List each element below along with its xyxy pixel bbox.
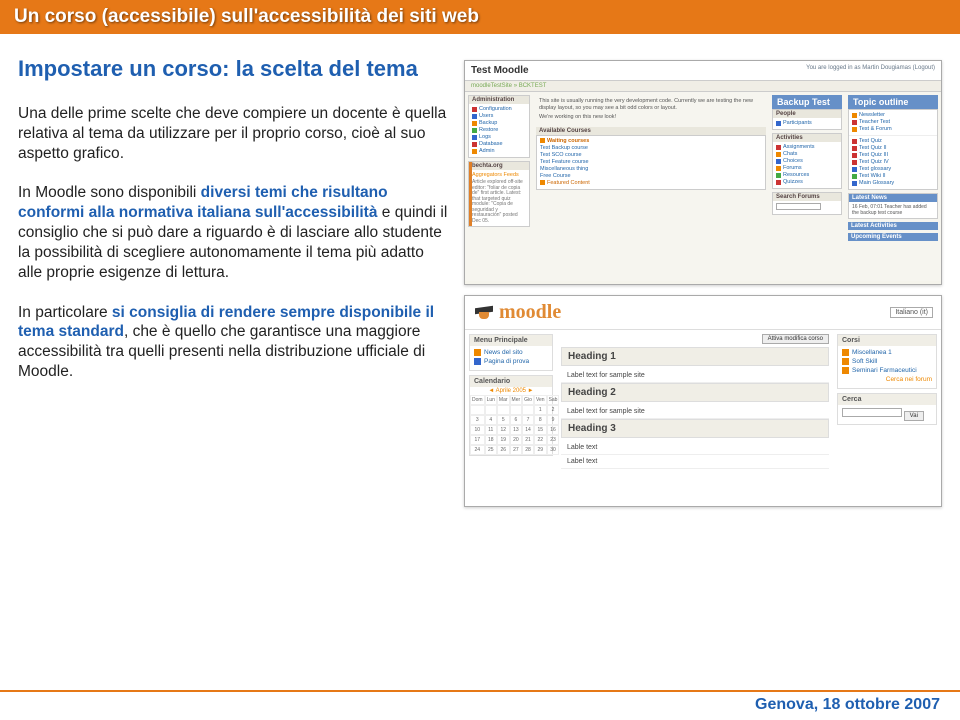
shot1-breadcrumb: moodleTestSite » BCKTEST [465, 81, 941, 92]
shot1-activities: Activities Assignments Chats Choices For… [772, 133, 842, 189]
shot2-menu: Menu Principale News del sito Pagina di … [469, 334, 553, 371]
footer-text: Genova, 18 ottobre 2007 [755, 696, 940, 713]
shot1-inner-right: Backup Test People Participants Activiti… [769, 92, 845, 281]
shot2-cerca: Cerca Vai [837, 393, 937, 425]
shot1-topics: Newsletter Teacher Test Test & Forum Tes… [848, 109, 938, 190]
slide-header: Un corso (accessibile) sull'accessibilit… [0, 0, 960, 34]
shot2-right: Corsi Miscellanea 1 Soft Skill Seminari … [833, 330, 941, 504]
screenshot-column: Test Moodle You are logged in as Martin … [464, 56, 942, 507]
moodle-theme-screenshot-1: Test Moodle You are logged in as Martin … [464, 60, 942, 285]
shot1-far-right: Topic outline Newsletter Teacher Test Te… [845, 92, 941, 281]
paragraph-3: In particolare si consiglia di rendere s… [18, 303, 448, 382]
shot2-columns: Menu Principale News del sito Pagina di … [465, 330, 941, 504]
paragraph-2: In Moodle sono disponibili diversi temi … [18, 183, 448, 282]
shot2-header: moodle Italiano (it) [465, 296, 941, 330]
shot1-latest: Latest News 16 Feb, 07:01 Teacher has ad… [848, 193, 938, 219]
paragraph-1: Una delle prime scelte che deve compiere… [18, 104, 448, 163]
shot1-feeds-block: bechta.org Aggregators Feeds Article exp… [468, 161, 530, 227]
slide-header-title: Un corso (accessibile) sull'accessibilit… [14, 6, 479, 27]
shot2-calendar: Calendario ◄ Aprile 2005 ► DomLunMarMerG… [469, 375, 553, 456]
shot1-search: Search Forums [772, 192, 842, 215]
slide-footer: Genova, 18 ottobre 2007 [0, 690, 960, 720]
shot2-corsi: Corsi Miscellanea 1 Soft Skill Seminari … [837, 334, 937, 389]
slide-title: Impostare un corso: la scelta del tema [18, 56, 448, 82]
shot2-mid: Attiva modifica corso Heading 1 Label te… [557, 330, 833, 504]
moodle-theme-screenshot-2: moodle Italiano (it) Menu Principale New… [464, 295, 942, 507]
moodle-logo: moodle [473, 301, 561, 324]
shot1-site-title: Test Moodle You are logged in as Martin … [465, 61, 941, 81]
shot1-mid: This site is usually running the very de… [533, 92, 769, 281]
shot1-columns: Administration Configuration Users Backu… [465, 92, 941, 281]
calendar-grid: DomLunMarMerGioVenSab 12 3456789 1011121… [470, 395, 552, 455]
graduation-cap-icon [473, 304, 495, 322]
shot1-people: People Participants [772, 109, 842, 130]
shot1-courses: Waiting courses Test Backup course Test … [536, 135, 766, 190]
text-column: Impostare un corso: la scelta del tema U… [18, 56, 448, 507]
shot2-left: Menu Principale News del sito Pagina di … [465, 330, 557, 504]
shot1-left-side: Administration Configuration Users Backu… [465, 92, 533, 281]
shot1-admin-block: Administration Configuration Users Backu… [468, 95, 530, 158]
slide-content: Impostare un corso: la scelta del tema U… [0, 34, 960, 507]
